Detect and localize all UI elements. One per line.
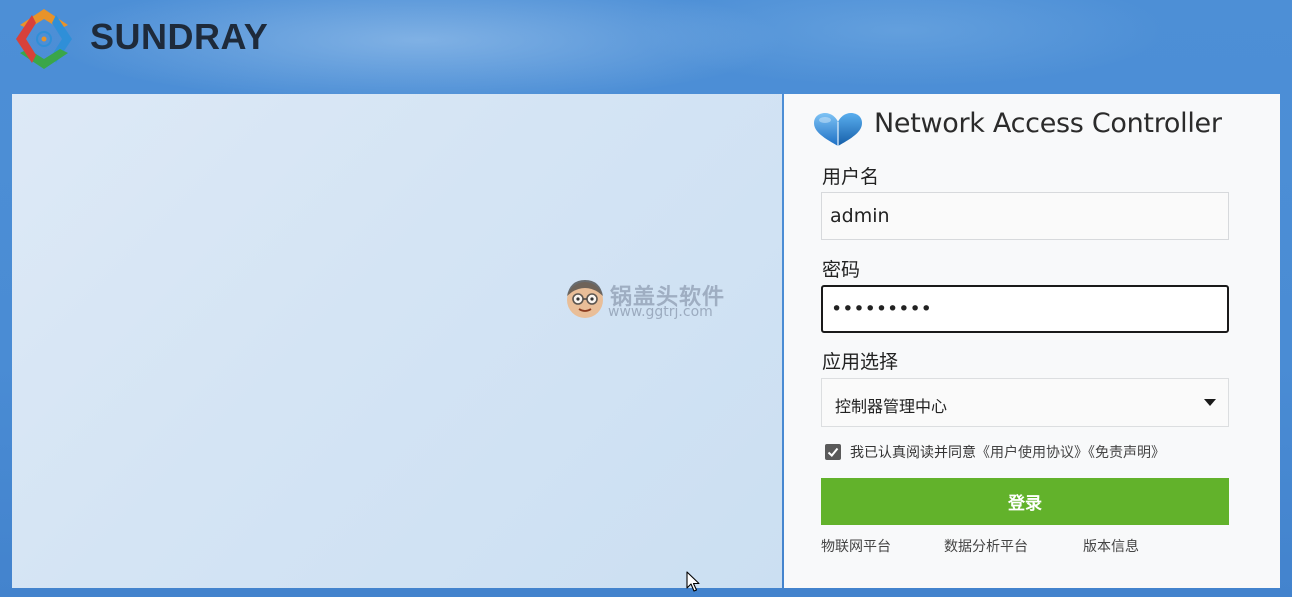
username-field[interactable] [821,192,1229,240]
agree-checkbox[interactable] [825,444,841,460]
brand-name: SUNDRAY [90,16,269,57]
agreement-prefix: 我已认真阅读并同意 [850,445,976,461]
top-header: SUNDRAY [0,0,1292,92]
footer-link-version-info[interactable]: 版本信息 [1083,536,1139,556]
password-label: 密码 [822,259,861,281]
product-title: Network Access Controller [874,108,1222,139]
checkmark-icon [827,447,839,457]
login-button[interactable]: 登录 [821,478,1229,525]
username-label: 用户名 [822,166,880,188]
footer-links: 物联网平台 数据分析平台 版本信息 [821,536,1241,556]
app-select-value: 控制器管理中心 [835,397,948,416]
chevron-down-icon [1204,399,1216,406]
watermark-face-icon [567,280,603,318]
sundray-logo-icon [16,9,72,69]
disclaimer-link[interactable]: 《免责声明》 [1088,445,1165,461]
agreement-row: 我已认真阅读并同意《用户使用协议》《免责声明》 [825,442,1245,462]
footer-link-iot-platform[interactable]: 物联网平台 [821,536,891,556]
user-agreement-link[interactable]: 《用户使用协议》 [976,445,1088,461]
agreement-text: 我已认真阅读并同意《用户使用协议》《免责声明》 [850,442,1165,462]
watermark: 锅盖头软件 www.ggtrj.com [562,276,732,326]
mouse-pointer-icon [686,571,700,592]
hero-panel [12,94,782,588]
app-select-label: 应用选择 [822,351,899,373]
cloud-heart-icon [814,113,862,146]
app-select[interactable]: 控制器管理中心 [821,378,1229,427]
login-header: Network Access Controller [812,106,1252,150]
watermark-url: www.ggtrj.com [608,304,713,320]
login-panel: Network Access Controller 用户名 密码 应用选择 控制… [784,94,1280,588]
footer-link-data-analysis[interactable]: 数据分析平台 [944,536,1028,556]
password-field[interactable] [821,285,1229,333]
